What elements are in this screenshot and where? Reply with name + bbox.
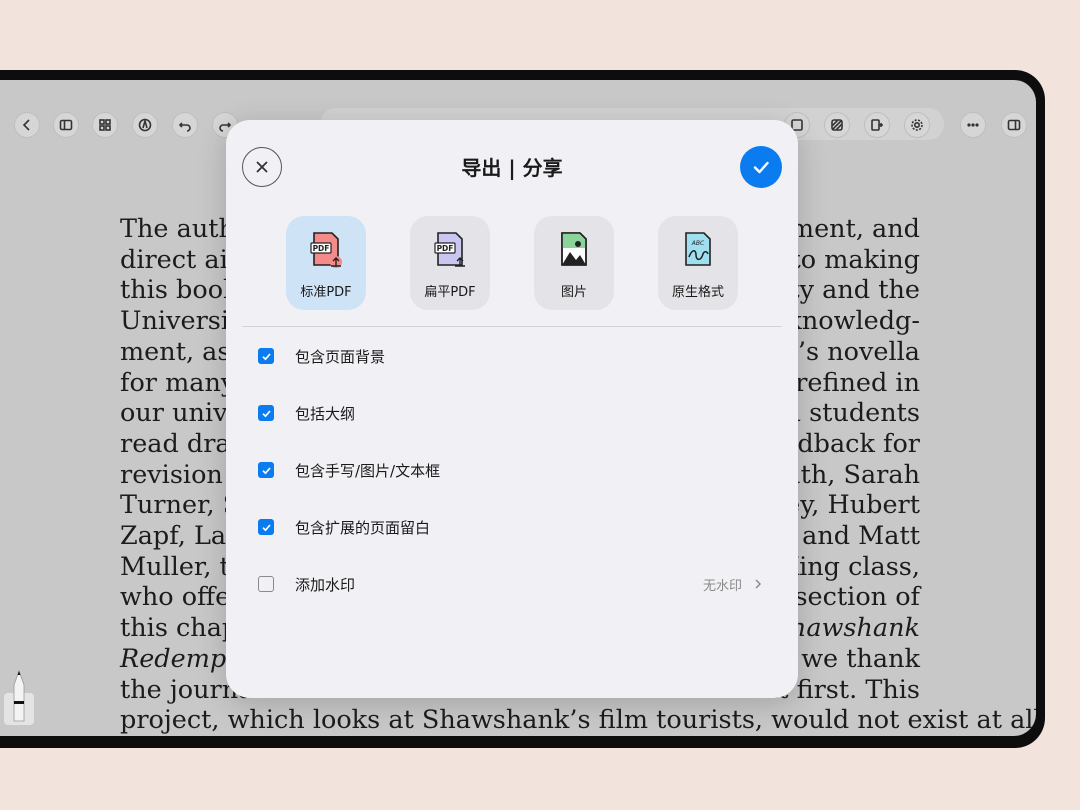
export-format-list: PDF 标准PDF PDF 扁平PDF 图片 ABC 原生格式 [286, 216, 738, 310]
format-image[interactable]: 图片 [534, 216, 614, 310]
format-flat-pdf[interactable]: PDF 扁平PDF [410, 216, 490, 310]
document-line: project, which looks at Shawshank’s film… [120, 705, 1036, 736]
insert-page-icon[interactable] [864, 112, 890, 138]
option-include-page-background[interactable]: 包含页面背景 [258, 344, 762, 368]
sidebar-icon[interactable] [53, 112, 79, 138]
document-line-right: edback for [782, 428, 920, 459]
undo-icon[interactable] [172, 112, 198, 138]
svg-text:PDF: PDF [313, 244, 330, 253]
stripes-icon[interactable] [824, 112, 850, 138]
option-label: 添加水印 [295, 575, 356, 594]
export-share-dialog: 导出 | 分享 PDF 标准PDF PDF 扁平PDF 图片 ABC 原生格式 … [226, 120, 798, 698]
checkbox-checked[interactable] [258, 405, 274, 421]
more-icon[interactable] [960, 112, 986, 138]
option-label: 包含手写/图片/文本框 [295, 461, 441, 480]
checkmark-icon [261, 466, 271, 474]
checkmark-icon [753, 161, 769, 174]
document-line-right: knowledg- [786, 306, 920, 337]
checkmark-icon [261, 409, 271, 417]
document-line-right: section of [794, 582, 920, 613]
option-include-handwriting[interactable]: 包含手写/图片/文本框 [258, 458, 762, 482]
svg-text:ABC: ABC [691, 240, 705, 247]
divider [242, 326, 782, 327]
document-line-text: project, which looks at Shawshank’s film… [120, 705, 1036, 736]
checkbox-checked[interactable] [258, 462, 274, 478]
format-label: 扁平PDF [424, 285, 476, 300]
document-line-right: ity and the [781, 275, 920, 306]
svg-text:PDF: PDF [437, 244, 454, 253]
option-add-watermark[interactable]: 添加水印 无水印 [258, 572, 762, 596]
option-label: 包含扩展的页面留白 [295, 518, 431, 537]
option-include-outline[interactable]: 包括大纲 [258, 401, 762, 425]
checkmark-icon [261, 352, 271, 360]
option-label: 包含页面背景 [295, 347, 386, 366]
pencil-tool-icon[interactable] [4, 665, 34, 725]
native-format-icon: ABC [685, 232, 711, 266]
document-line-right: ment, and [789, 214, 920, 244]
option-include-extended-margin[interactable]: 包含扩展的页面留白 [258, 515, 762, 539]
gear-icon[interactable] [904, 112, 930, 138]
option-label: 包括大纲 [295, 404, 356, 423]
chevron-right-icon [755, 579, 762, 589]
pdf-export-icon: PDF [310, 232, 342, 268]
watermark-value-text: 无水印 [702, 578, 742, 594]
grid-icon[interactable] [92, 112, 118, 138]
document-line-right: n and Matt [777, 521, 920, 552]
pen-icon[interactable] [132, 112, 158, 138]
chevron-left-icon[interactable] [14, 112, 40, 138]
document-line-right: ; we thank [784, 643, 920, 674]
document-line-right: to making [790, 244, 920, 275]
confirm-button[interactable] [740, 146, 782, 188]
format-label: 标准PDF [300, 285, 352, 300]
pdf-flat-export-icon: PDF [434, 232, 465, 267]
format-label: 原生格式 [671, 285, 724, 300]
checkbox-unchecked[interactable] [258, 576, 274, 592]
watermark-value[interactable]: 无水印 [703, 575, 762, 594]
panel-icon[interactable] [1001, 112, 1027, 138]
format-standard-pdf[interactable]: PDF 标准PDF [286, 216, 366, 310]
document-line-right: King class, [780, 551, 920, 582]
document-line-right: ey, Hubert [785, 490, 920, 521]
checkmark-icon [261, 523, 271, 531]
format-native[interactable]: ABC 原生格式 [658, 216, 738, 310]
document-line-right: g’s novella [781, 336, 920, 367]
document-line-right: d students [784, 398, 920, 429]
image-icon [561, 232, 587, 266]
dialog-title: 导出 | 分享 [461, 156, 563, 180]
format-label: 图片 [560, 285, 587, 300]
checkbox-checked[interactable] [258, 348, 274, 364]
checkbox-checked[interactable] [258, 519, 274, 535]
document-line-right: refined in [795, 367, 920, 398]
